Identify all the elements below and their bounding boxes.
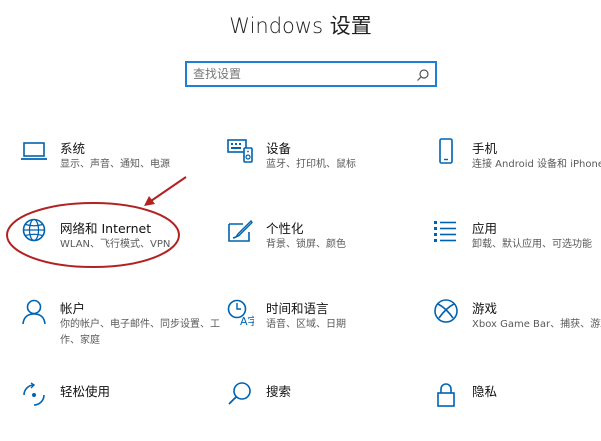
setting-name: 轻松使用 <box>60 384 111 399</box>
setting-desc: WLAN、飞行模式、VPN <box>60 239 171 250</box>
setting-desc: 蓝牙、打印机、鼠标 <box>266 159 356 170</box>
laptop-icon <box>20 138 48 166</box>
setting-phone[interactable]: 手机 连接 Android 设备和 iPhone <box>432 138 601 198</box>
search-input[interactable] <box>193 65 408 83</box>
lock-icon <box>432 381 460 409</box>
setting-name: 时间和语言 <box>266 301 329 316</box>
person-icon <box>20 298 48 326</box>
setting-apps[interactable]: 应用 卸载、默认应用、可选功能 <box>432 218 601 278</box>
svg-text:A字: A字 <box>240 314 254 326</box>
setting-privacy[interactable]: 隐私 <box>432 381 601 441</box>
search-icon <box>226 381 254 409</box>
setting-desc: 语音、区域、日期 <box>266 319 346 330</box>
search-icon[interactable] <box>416 67 430 81</box>
setting-name: 搜索 <box>266 384 292 399</box>
setting-personalization[interactable]: 个性化 背景、锁屏、颜色 <box>226 218 426 278</box>
setting-name: 手机 <box>472 141 498 156</box>
setting-network-internet[interactable]: 网络和 Internet WLAN、飞行模式、VPN <box>20 218 220 278</box>
setting-desc: Xbox Game Bar、捕获、游戏模式 <box>472 319 601 330</box>
setting-desc: 你的帐户、电子邮件、同步设置、工作、家庭 <box>60 319 220 346</box>
setting-search[interactable]: 搜索 <box>226 381 426 441</box>
setting-desc: 卸载、默认应用、可选功能 <box>472 239 592 250</box>
phone-icon <box>432 138 460 166</box>
keyboard-icon <box>226 138 254 166</box>
setting-name: 网络和 Internet <box>60 221 152 236</box>
time-language-icon: A字 <box>226 298 254 326</box>
setting-name: 游戏 <box>472 301 498 316</box>
globe-icon <box>20 218 48 246</box>
setting-devices[interactable]: 设备 蓝牙、打印机、鼠标 <box>226 138 426 198</box>
setting-name: 帐户 <box>60 301 86 316</box>
setting-system[interactable]: 系统 显示、声音、通知、电源 <box>20 138 220 198</box>
ease-of-access-icon <box>20 381 48 409</box>
setting-name: 个性化 <box>266 221 304 236</box>
setting-accounts[interactable]: 帐户 你的帐户、电子邮件、同步设置、工作、家庭 <box>20 298 220 358</box>
setting-desc: 连接 Android 设备和 iPhone <box>472 159 601 170</box>
setting-name: 设备 <box>266 141 292 156</box>
setting-name: 系统 <box>60 141 86 156</box>
setting-desc: 背景、锁屏、颜色 <box>266 239 346 250</box>
xbox-icon <box>432 298 460 326</box>
setting-time-language[interactable]: A字 时间和语言 语音、区域、日期 <box>226 298 426 358</box>
setting-ease-of-access[interactable]: 轻松使用 <box>20 381 220 441</box>
apps-list-icon <box>432 218 460 246</box>
paint-icon <box>226 218 254 246</box>
setting-gaming[interactable]: 游戏 Xbox Game Bar、捕获、游戏模式 <box>432 298 601 358</box>
page-title: Windows 设置 <box>229 14 372 38</box>
search-box[interactable] <box>185 61 437 87</box>
setting-name: 隐私 <box>472 384 498 399</box>
setting-name: 应用 <box>472 221 498 236</box>
setting-desc: 显示、声音、通知、电源 <box>60 159 170 170</box>
